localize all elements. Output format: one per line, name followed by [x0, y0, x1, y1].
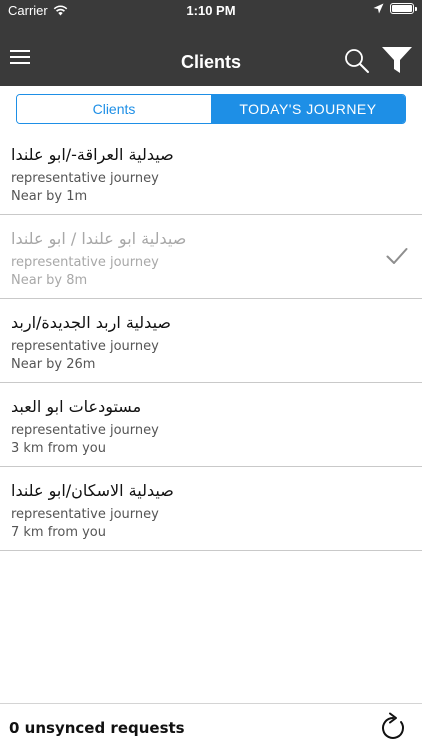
client-subtitle: representative journey	[11, 423, 159, 438]
filter-icon[interactable]	[381, 46, 413, 74]
refresh-icon[interactable]	[379, 712, 407, 742]
status-bar: Carrier 1:10 PM	[0, 0, 422, 22]
client-name: صيدلية العراقة-/ابو علندا	[11, 145, 174, 164]
client-distance: Near by 1m	[11, 189, 88, 204]
client-subtitle: representative journey	[11, 339, 159, 354]
unsynced-requests-label: 0 unsynced requests	[9, 719, 185, 737]
client-distance: 7 km from you	[11, 525, 106, 540]
client-row[interactable]: صيدلية اربد الجديدة/اربد representative …	[0, 299, 422, 383]
segment-clients[interactable]: Clients	[17, 95, 211, 123]
client-subtitle: representative journey	[11, 507, 159, 522]
client-name: صيدلية الاسكان/ابو علندا	[11, 481, 174, 500]
location-arrow-icon	[373, 3, 384, 14]
journey-segmented-control: Clients TODAY'S JOURNEY	[16, 94, 406, 124]
client-name: صيدلية اربد الجديدة/اربد	[11, 313, 171, 332]
checkmark-icon	[386, 248, 408, 264]
search-icon[interactable]	[344, 48, 370, 74]
client-subtitle: representative journey	[11, 171, 159, 186]
battery-icon	[390, 3, 417, 14]
client-row[interactable]: مستودعات ابو العبد representative journe…	[0, 383, 422, 467]
client-distance: 3 km from you	[11, 441, 106, 456]
client-row[interactable]: صيدلية العراقة-/ابو علندا representative…	[0, 131, 422, 215]
client-distance: Near by 8m	[11, 273, 88, 288]
status-right-group	[373, 3, 417, 14]
status-time: 1:10 PM	[186, 3, 236, 18]
client-list: صيدلية العراقة-/ابو علندا representative…	[0, 131, 422, 551]
sync-footer: 0 unsynced requests	[0, 703, 422, 750]
client-name: صيدلية ابو علندا / ابو علندا	[11, 229, 187, 248]
client-name: مستودعات ابو العبد	[11, 397, 142, 416]
segment-todays-journey[interactable]: TODAY'S JOURNEY	[211, 95, 405, 123]
client-row[interactable]: صيدلية الاسكان/ابو علندا representative …	[0, 467, 422, 551]
client-distance: Near by 26m	[11, 357, 96, 372]
navigation-bar: Clients	[0, 22, 422, 86]
client-row[interactable]: صيدلية ابو علندا / ابو علندا representat…	[0, 215, 422, 299]
client-subtitle: representative journey	[11, 255, 159, 270]
